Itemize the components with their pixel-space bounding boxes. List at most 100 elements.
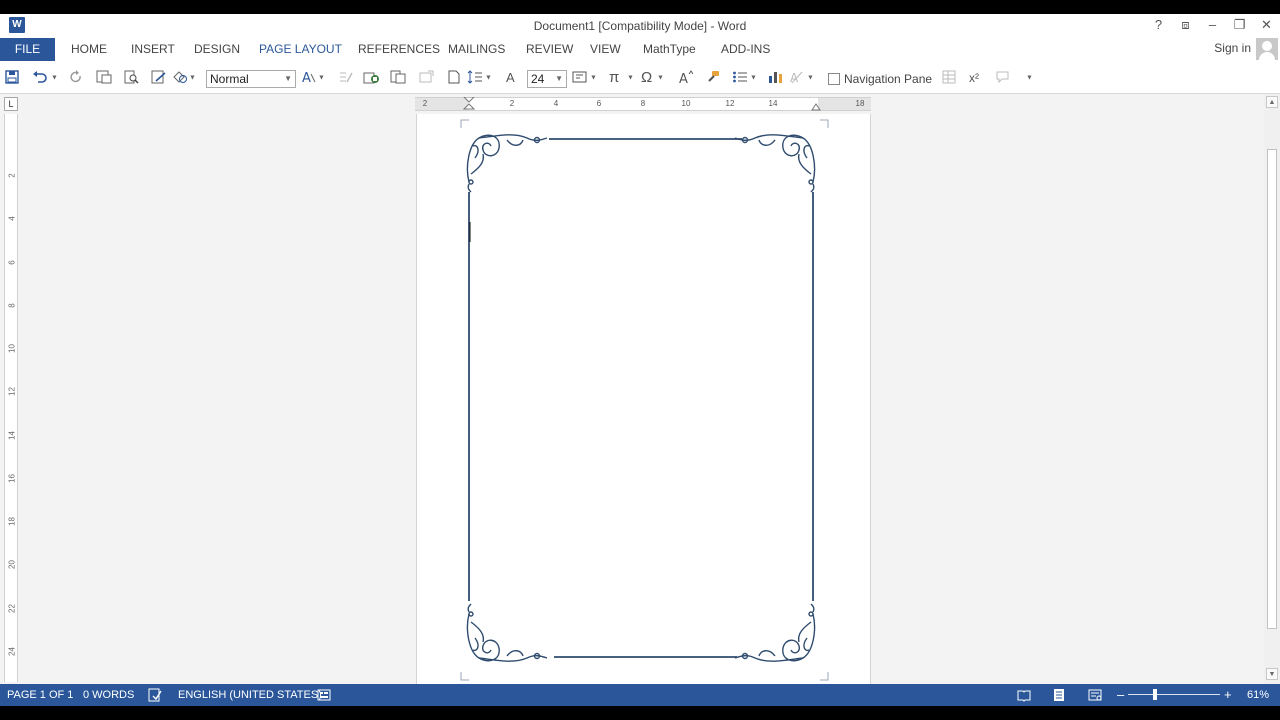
- ruler-tick: 20: [7, 560, 17, 569]
- format-painter-icon[interactable]: [705, 70, 721, 86]
- mail-merge-icon[interactable]: [363, 70, 381, 86]
- zoom-out-button[interactable]: –: [1117, 687, 1124, 702]
- blank-page-icon[interactable]: [447, 70, 461, 86]
- chevron-down-icon[interactable]: ▼: [555, 71, 563, 87]
- symbol-icon[interactable]: Ω: [641, 70, 652, 86]
- restore-button[interactable]: ❐: [1226, 14, 1253, 38]
- font-icon[interactable]: A: [506, 70, 515, 86]
- zoom-level[interactable]: 61%: [1247, 689, 1269, 701]
- ruler-tick: 10: [7, 344, 17, 353]
- document-workspace: L 2 2 4 6 8 10 12 14 18 2 4 6 8 10 12 14…: [0, 94, 1280, 686]
- shapes-dropdown-icon[interactable]: ▼: [189, 70, 196, 86]
- navigation-pane-toggle[interactable]: Navigation Pane: [828, 72, 932, 86]
- close-button[interactable]: ✕: [1253, 14, 1280, 38]
- ruler-tick: 8: [640, 99, 646, 108]
- print-layout-view-icon[interactable]: [1052, 688, 1066, 702]
- document-page[interactable]: [416, 114, 871, 686]
- text-box-icon[interactable]: [419, 70, 435, 86]
- scroll-up-icon[interactable]: ▲: [1266, 96, 1278, 108]
- zoom-slider-thumb[interactable]: [1153, 689, 1157, 700]
- tab-review[interactable]: REVIEW: [526, 38, 573, 61]
- zoom-slider[interactable]: [1128, 694, 1220, 695]
- font-size-select[interactable]: 24 ▼: [527, 70, 567, 88]
- undo-icon[interactable]: [32, 70, 48, 86]
- print-layout-icon[interactable]: [96, 70, 112, 86]
- clear-formatting-icon[interactable]: [338, 70, 354, 86]
- shapes-icon[interactable]: [172, 70, 188, 86]
- equation-icon[interactable]: π: [609, 70, 619, 86]
- tab-insert[interactable]: INSERT: [131, 38, 175, 61]
- ruler-tick: 2: [509, 99, 515, 108]
- save-icon[interactable]: [5, 70, 19, 86]
- navigation-pane-checkbox[interactable]: [828, 73, 840, 85]
- tab-selector-button[interactable]: L: [4, 97, 18, 111]
- ruler-tick: 4: [553, 99, 559, 108]
- minimize-button[interactable]: –: [1199, 14, 1226, 38]
- bullets-icon[interactable]: [732, 70, 748, 86]
- text-direction-icon[interactable]: A: [790, 70, 804, 86]
- right-indent-marker-icon[interactable]: [811, 101, 821, 111]
- redo-icon[interactable]: [69, 70, 83, 86]
- borders-icon[interactable]: [572, 70, 588, 86]
- ruler-tick: 4: [7, 216, 17, 221]
- ruler-tick: 24: [7, 647, 17, 656]
- sign-in-link[interactable]: Sign in: [1214, 41, 1251, 55]
- zoom-in-button[interactable]: +: [1224, 687, 1232, 702]
- text-effects-icon[interactable]: A: [301, 70, 317, 86]
- window-controls: ? ⧈ – ❐ ✕: [1145, 14, 1280, 38]
- style-select[interactable]: Normal ▼: [206, 70, 296, 88]
- document-title: Document1 [Compatibility Mode] - Word: [533, 19, 747, 33]
- word-count-status[interactable]: 0 WORDS: [83, 689, 134, 701]
- page-count-status[interactable]: PAGE 1 OF 1: [7, 689, 73, 701]
- line-spacing-dropdown-icon[interactable]: ▼: [485, 70, 492, 86]
- web-layout-icon[interactable]: [1088, 688, 1102, 702]
- language-status[interactable]: ENGLISH (UNITED STATES): [178, 689, 322, 701]
- ribbon-display-options-icon[interactable]: ⧈: [1172, 14, 1199, 38]
- table-icon[interactable]: [942, 70, 956, 86]
- tab-mathtype[interactable]: MathType: [643, 38, 696, 61]
- title-bar: W Document1 [Compatibility Mode] - Word …: [0, 14, 1280, 38]
- undo-dropdown-icon[interactable]: ▼: [51, 70, 58, 86]
- chevron-down-icon[interactable]: ▼: [284, 71, 292, 87]
- line-spacing-icon[interactable]: [467, 70, 483, 86]
- comment-icon[interactable]: [996, 70, 1012, 86]
- indent-marker-icon[interactable]: [463, 97, 475, 113]
- ruler-tick: 10: [681, 99, 691, 108]
- equation-dropdown-icon[interactable]: ▼: [627, 70, 634, 86]
- ruler-tick: 8: [7, 303, 17, 308]
- tab-view[interactable]: VIEW: [590, 38, 621, 61]
- macro-recording-icon[interactable]: [317, 688, 331, 702]
- bullets-dropdown-icon[interactable]: ▼: [750, 70, 757, 86]
- edit-document-icon[interactable]: [151, 70, 167, 86]
- copy-format-icon[interactable]: [390, 70, 406, 86]
- customize-toolbar-icon[interactable]: ▼: [1026, 70, 1033, 86]
- borders-dropdown-icon[interactable]: ▼: [590, 70, 597, 86]
- ruler-tick: 16: [7, 474, 17, 483]
- grow-font-icon[interactable]: A: [679, 70, 693, 86]
- tab-page-layout[interactable]: PAGE LAYOUT: [259, 38, 342, 61]
- symbol-dropdown-icon[interactable]: ▼: [657, 70, 664, 86]
- horizontal-ruler[interactable]: 2 2 4 6 8 10 12 14 18: [415, 97, 871, 111]
- vertical-ruler[interactable]: 2 4 6 8 10 12 14 16 18 20 22 24: [4, 114, 18, 682]
- print-preview-icon[interactable]: [124, 70, 140, 86]
- tab-add-ins[interactable]: ADD-INS: [721, 38, 770, 61]
- help-icon[interactable]: ?: [1145, 14, 1172, 38]
- superscript-icon[interactable]: x²: [969, 70, 979, 86]
- tab-references[interactable]: REFERENCES: [358, 38, 440, 61]
- user-avatar-icon[interactable]: [1256, 38, 1278, 60]
- tab-file[interactable]: FILE: [0, 38, 55, 61]
- tab-mailings[interactable]: MAILINGS: [448, 38, 505, 61]
- style-select-value: Normal: [210, 72, 249, 86]
- scrollbar-thumb[interactable]: [1267, 149, 1277, 629]
- read-mode-icon[interactable]: [1017, 688, 1031, 702]
- text-direction-dropdown-icon[interactable]: ▼: [807, 70, 814, 86]
- text-effects-dropdown-icon[interactable]: ▼: [318, 70, 325, 86]
- tab-home[interactable]: HOME: [71, 38, 107, 61]
- ribbon-tabs: FILE HOME INSERT DESIGN PAGE LAYOUT REFE…: [0, 38, 1280, 62]
- proofing-icon[interactable]: [148, 688, 162, 702]
- vertical-scrollbar[interactable]: ▲ ▼: [1264, 94, 1280, 684]
- scroll-down-icon[interactable]: ▼: [1266, 668, 1278, 680]
- tab-design[interactable]: DESIGN: [194, 38, 240, 61]
- ruler-tick: 14: [7, 431, 17, 440]
- chart-icon[interactable]: [768, 70, 784, 86]
